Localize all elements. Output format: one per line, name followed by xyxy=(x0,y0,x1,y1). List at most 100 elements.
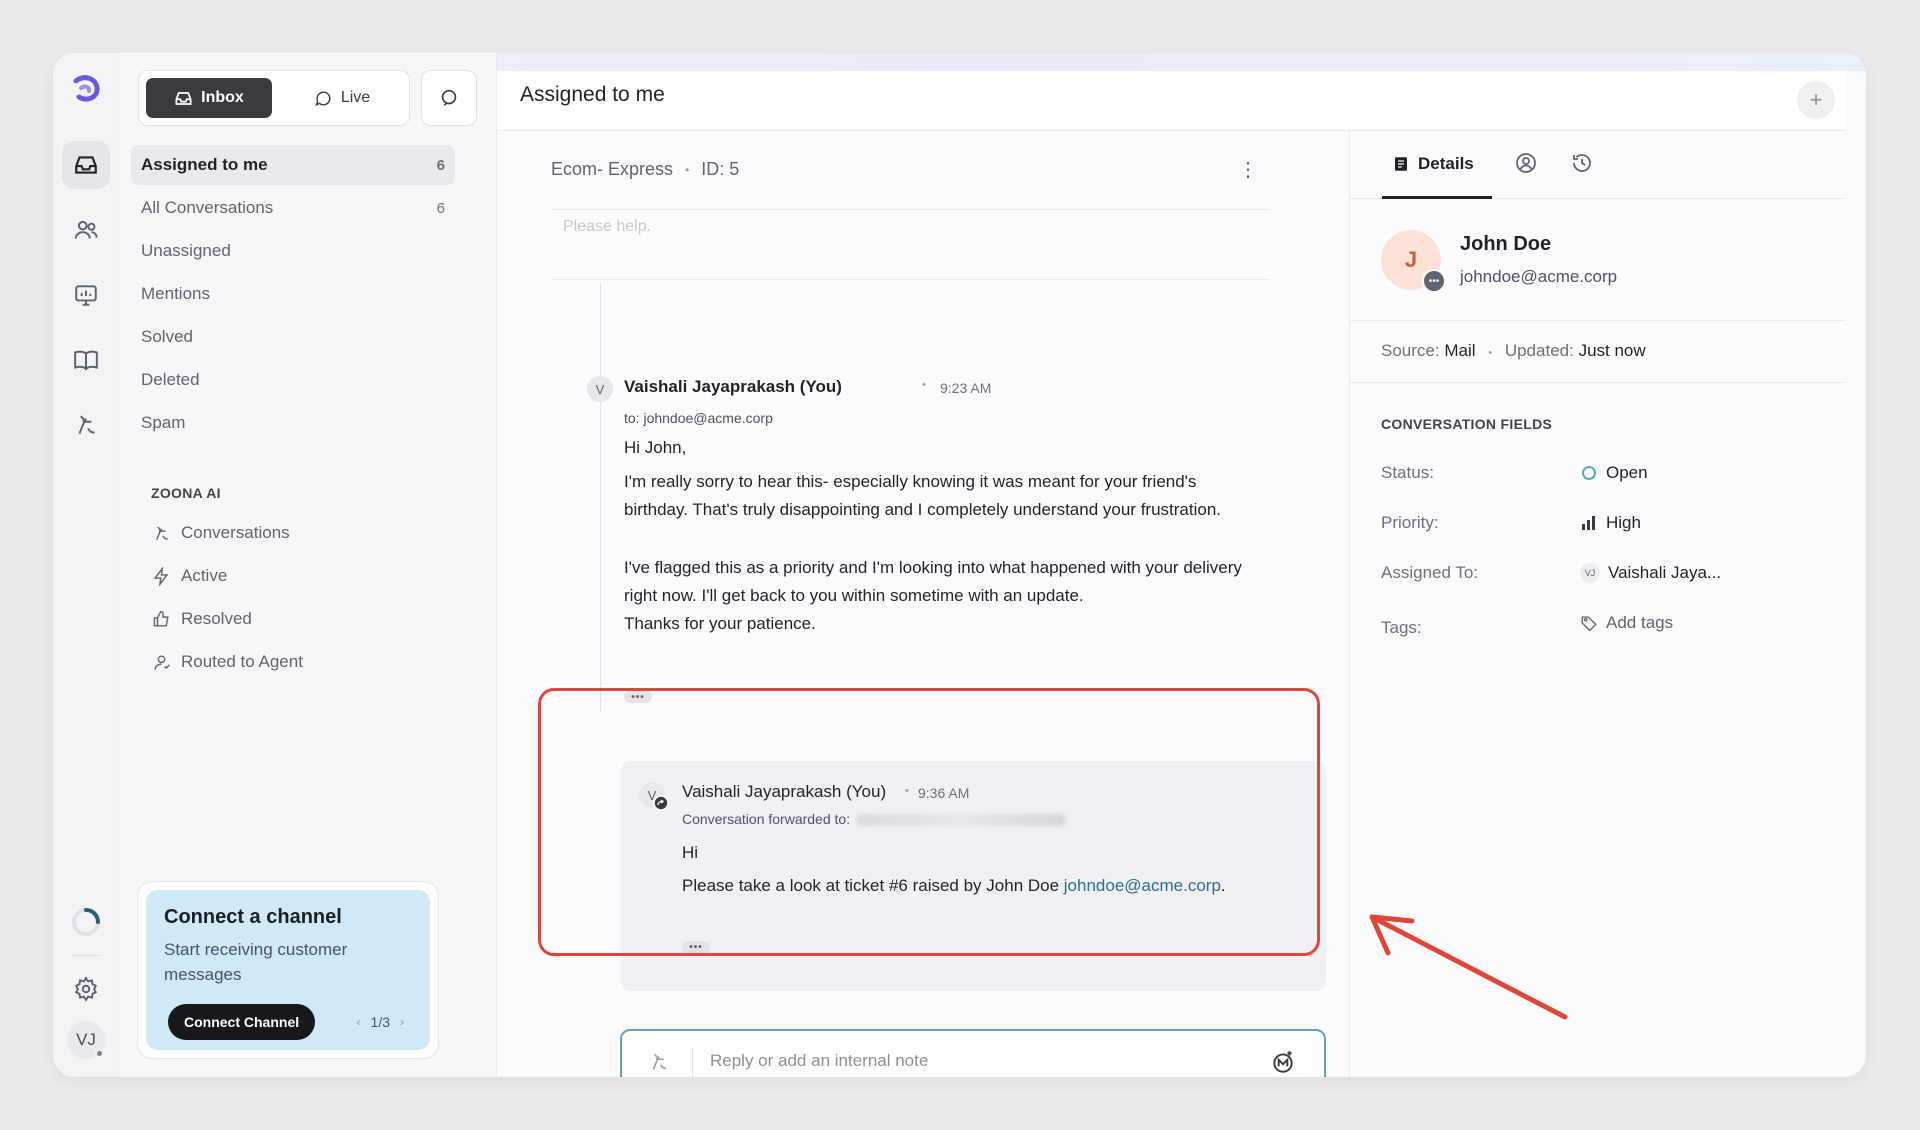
ai-agent-icon[interactable] xyxy=(648,1051,670,1073)
tags-label: Tags: xyxy=(1381,618,1422,637)
status-field[interactable]: Open xyxy=(1580,463,1648,483)
settings-icon[interactable] xyxy=(62,965,110,1013)
details-tabs: Details xyxy=(1350,131,1845,199)
ai-item-resolved[interactable]: Resolved xyxy=(152,604,252,634)
ai-item-label: Resolved xyxy=(181,609,252,628)
ai-agent-icon xyxy=(156,526,168,540)
divider xyxy=(551,209,1269,210)
more-options-icon[interactable]: ⋮ xyxy=(1238,157,1258,182)
message-paragraph: I've flagged this as a priority and I'm … xyxy=(624,558,1242,605)
loading-icon xyxy=(72,908,100,936)
document-icon xyxy=(1395,156,1407,171)
chat-badge-icon: ••• xyxy=(1422,269,1446,293)
annotation-arrow-icon xyxy=(1369,914,1568,1020)
page-title: Assigned to me xyxy=(520,83,665,106)
sidebar-item-assigned-to-me[interactable]: Assigned to me 6 xyxy=(131,145,455,185)
sidebar-item-unassigned[interactable]: Unassigned xyxy=(131,231,455,271)
divider xyxy=(551,279,1269,280)
add-button[interactable]: + xyxy=(1797,81,1835,119)
inbox-icon[interactable] xyxy=(62,141,110,189)
source-label: Source: xyxy=(1381,341,1440,360)
message-recipient: to: johndoe@acme.corp xyxy=(624,410,773,426)
add-tags-button[interactable]: Add tags xyxy=(1580,613,1673,633)
assigned-to-field[interactable]: VJ Vaishali Jaya... xyxy=(1580,563,1721,583)
connect-channel-button[interactable]: Connect Channel xyxy=(168,1004,316,1040)
message-avatar: V xyxy=(587,376,613,402)
status-open-icon xyxy=(1582,466,1596,480)
knowledge-base-icon[interactable] xyxy=(62,336,110,384)
ai-section-label: ZOONA AI xyxy=(151,485,221,501)
conversation-fields-label: CONVERSATION FIELDS xyxy=(1381,416,1553,432)
status-label: Status: xyxy=(1381,463,1434,482)
inbox-live-toggle: Inbox Live xyxy=(138,70,410,126)
chat-bubble-icon xyxy=(314,90,331,106)
search-icon xyxy=(441,89,457,106)
contact-icon[interactable] xyxy=(1514,151,1538,175)
message-greeting: Hi John, xyxy=(624,438,687,457)
rail-divider xyxy=(72,955,100,956)
ai-item-active[interactable]: Active xyxy=(152,561,227,591)
sidebar-item-label: Solved xyxy=(141,327,193,346)
top-bar xyxy=(497,71,1845,131)
message-author: Vaishali Jayaprakash (You) xyxy=(624,377,842,396)
priority-bars-icon xyxy=(1582,516,1595,530)
inbox-tab-label: Inbox xyxy=(201,89,244,106)
search-button[interactable] xyxy=(421,70,477,126)
reply-placeholder: Reply or add an internal note xyxy=(710,1051,929,1070)
contact-email[interactable]: johndoe@acme.corp xyxy=(1460,267,1617,287)
separator-dot: • xyxy=(922,379,926,391)
ai-item-conversations[interactable]: Conversations xyxy=(152,518,290,548)
sidebar-item-solved[interactable]: Solved xyxy=(131,317,455,357)
pager-next-icon[interactable]: › xyxy=(400,1015,404,1029)
composer-divider xyxy=(692,1047,693,1077)
contact-name[interactable]: John Doe xyxy=(1460,233,1551,256)
channel-name: Ecom- Express xyxy=(551,159,674,179)
separator-dot: • xyxy=(1488,347,1493,359)
ai-item-routed-to-agent[interactable]: Routed to Agent xyxy=(152,647,303,677)
logo-icon[interactable] xyxy=(68,71,104,107)
conversation-id: ID: 5 xyxy=(701,159,740,179)
user-avatar[interactable]: VJ xyxy=(67,1021,105,1059)
connect-channel-card: Connect a channel Start receiving custom… xyxy=(137,881,439,1059)
sidebar-item-label: Deleted xyxy=(141,370,200,389)
sidebar-item-label: Assigned to me xyxy=(141,155,268,174)
priority-value: High xyxy=(1606,513,1641,532)
updated-value: Just now xyxy=(1578,341,1646,360)
sidebar-item-label: All Conversations xyxy=(141,198,274,217)
history-icon[interactable] xyxy=(1570,151,1594,175)
contact-card: J ••• John Doe johndoe@acme.corp xyxy=(1350,199,1845,321)
tab-details[interactable]: Details xyxy=(1382,131,1492,199)
tab-details-label: Details xyxy=(1418,153,1474,173)
message-time: 9:23 AM xyxy=(940,380,992,396)
status-value: Open xyxy=(1606,463,1648,482)
assignee-avatar: VJ xyxy=(1580,563,1600,583)
message-paragraph: I'm really sorry to hear this- especiall… xyxy=(624,472,1222,519)
pager-label: 1/3 xyxy=(370,1014,390,1030)
source-value: Mail xyxy=(1444,341,1476,360)
inbox-tab[interactable]: Inbox xyxy=(146,78,272,118)
reports-icon[interactable] xyxy=(62,271,110,319)
sidebar-item-spam[interactable]: Spam xyxy=(131,403,455,443)
sidebar-item-all-conversations[interactable]: All Conversations 6 xyxy=(131,188,455,228)
message-paragraph: Thanks for your patience. xyxy=(624,614,816,633)
ai-agent-icon[interactable] xyxy=(62,401,110,449)
icon-rail: VJ xyxy=(53,53,119,1077)
ai-item-label: Active xyxy=(181,566,228,585)
sidebar-item-deleted[interactable]: Deleted xyxy=(131,360,455,400)
contacts-icon[interactable] xyxy=(62,206,110,254)
priority-field[interactable]: High xyxy=(1580,513,1641,533)
promo-title: Connect a channel xyxy=(164,906,342,928)
ai-item-label: Conversations xyxy=(181,523,290,542)
plus-icon: + xyxy=(1809,87,1823,112)
pager-prev-icon[interactable]: ‹ xyxy=(357,1015,361,1029)
sidebar-item-label: Mentions xyxy=(141,284,210,303)
reply-composer[interactable]: Reply or add an internal note xyxy=(620,1029,1326,1077)
conversation-header: Ecom- Express • ID: 5 xyxy=(551,159,739,180)
add-tags-label: Add tags xyxy=(1606,613,1674,632)
ai-compose-icon[interactable] xyxy=(1270,1049,1296,1075)
promo-pager: ‹ 1/3 › xyxy=(357,1014,404,1030)
sidebar-item-mentions[interactable]: Mentions xyxy=(131,274,455,314)
assigned-to-value: Vaishali Jaya... xyxy=(1608,563,1722,582)
source-row: Source: Mail • Updated: Just now xyxy=(1350,321,1845,383)
live-tab[interactable]: Live xyxy=(279,78,405,118)
